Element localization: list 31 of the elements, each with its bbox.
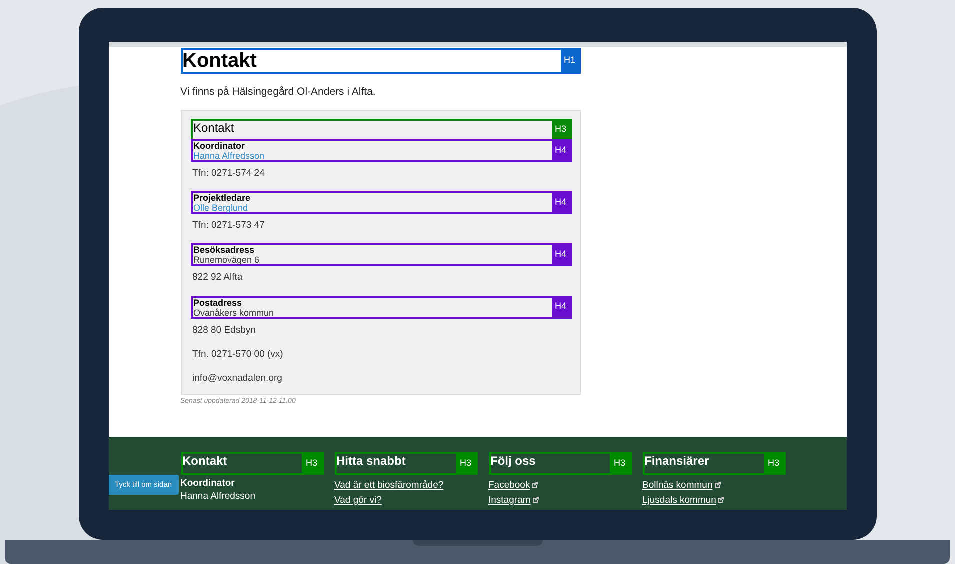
footer-link[interactable]: Facebook (488, 480, 538, 491)
contact-text: 828 80 Edsbyn (192, 324, 257, 338)
address-text: Ovanåkers kommun (194, 308, 276, 318)
footer-link[interactable]: Instagram (488, 495, 539, 506)
section-heading: Postadress Ovanåkers kommun H4 (190, 296, 572, 318)
footer-link[interactable]: Vad är ett biosfärområde? (334, 480, 444, 491)
contact-text: Tfn: 0271-573 47 (192, 219, 266, 233)
footer-heading: Finansiärer H3 (642, 452, 786, 475)
footer-link[interactable]: Ljusdals kommun (642, 495, 724, 506)
footer-text: Hanna Alfredsson (180, 490, 256, 503)
footer-link[interactable]: Bollnäs kommun (642, 480, 721, 491)
section-heading: Koordinator Hanna Alfredsson H4 (190, 138, 572, 162)
external-link-icon (718, 497, 724, 504)
page-heading: Kontakt H1 (180, 48, 580, 74)
footer-label: Koordinator (180, 477, 236, 490)
section-heading: Besöksadress Runemovägen 6 H4 (190, 243, 572, 266)
contact-heading: Kontakt H3 (190, 118, 572, 141)
footer-heading: Kontakt H3 (180, 452, 324, 475)
footer-link[interactable]: Vad gör vi? (334, 495, 382, 506)
external-link-icon (532, 497, 539, 504)
footer-heading: Hitta snabbt H3 (334, 452, 478, 475)
contact-text: Tfn. 0271-570 00 (vx) (192, 348, 284, 362)
address-text: Runemovägen 6 (194, 255, 261, 266)
external-link-icon (532, 482, 538, 488)
intro-text: Vi finns på Hälsingegård Ol-Anders i Alfta. (180, 85, 377, 100)
contact-text: 822 92 Alfta (192, 271, 244, 286)
external-link-icon (714, 482, 721, 488)
contact-text: Tfn: 0271-574 24 (192, 166, 266, 181)
section-heading: Projektledare Olle Berglund H4 (190, 191, 572, 214)
footer-heading: Följ oss H3 (488, 452, 632, 475)
contact-text: info@voxnadalen.org (192, 372, 284, 386)
